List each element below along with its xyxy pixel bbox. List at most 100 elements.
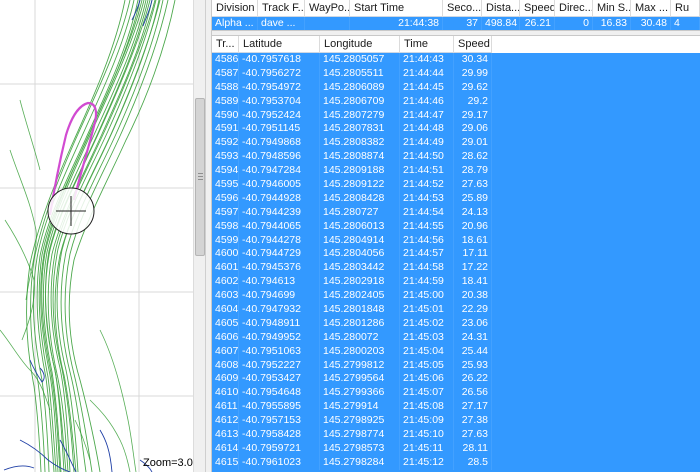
cell-time: 21:45:12 — [400, 455, 454, 470]
col-header-longitude[interactable]: Longitude — [320, 36, 400, 53]
map-view[interactable]: Zoom=3.0 — [0, 0, 193, 472]
table-row[interactable]: 4604 -40.7947932 145.2801848 21:45:01 22.29 — [212, 303, 700, 317]
cell-track-file: dave ... — [258, 17, 305, 30]
cell-track-point: 4596 — [212, 191, 239, 206]
track-map-canvas[interactable] — [0, 0, 193, 472]
cell-direction: 0 — [555, 17, 593, 30]
track-points-table[interactable]: Tr... Latitude Longitude Time Speed 4586… — [212, 36, 700, 472]
cell-latitude: -40.7949868 — [239, 136, 320, 151]
cell-speed: 22.29 — [454, 303, 492, 317]
cell-longitude: 145.2798774 — [320, 428, 400, 442]
thumb-grip-line — [198, 179, 203, 180]
table-row[interactable]: 4614 -40.7959721 145.2798573 21:45:11 28.11 — [212, 441, 700, 456]
table-row[interactable]: 4593 -40.7948596 145.2808874 21:44:50 28.62 — [212, 150, 700, 165]
table-row[interactable]: 4612 -40.7957153 145.2798925 21:45:09 27.38 — [212, 414, 700, 429]
cell-longitude: 145.2804914 — [320, 233, 400, 248]
cell-track-point: 4608 — [212, 358, 239, 373]
table-row[interactable]: 4590 -40.7952424 145.2807279 21:44:47 29.17 — [212, 108, 700, 123]
table-row[interactable]: 4611 -40.7955895 145.279914 21:45:08 27.17 — [212, 400, 700, 415]
cell-time: 21:44:46 — [400, 94, 454, 109]
col-header-speed[interactable]: Speed — [520, 0, 555, 17]
tracks-table[interactable]: Division Track F... WayPo... Start Time … — [212, 0, 700, 30]
cell-latitude: -40.7954972 — [239, 80, 320, 95]
col-header-min-speed[interactable]: Min S... — [593, 0, 631, 17]
cell-latitude: -40.7952424 — [239, 108, 320, 123]
col-header-max-speed[interactable]: Max ... — [631, 0, 671, 17]
col-header-division[interactable]: Division — [212, 0, 258, 17]
col-header-latitude[interactable]: Latitude — [239, 36, 320, 53]
table-row[interactable]: 4599 -40.7944278 145.2804914 21:44:56 18.61 — [212, 233, 700, 248]
cell-speed: 17.11 — [454, 247, 492, 262]
scrollbar-thumb[interactable] — [195, 98, 205, 256]
table-row[interactable]: 4602 -40.794613 145.2802918 21:44:59 18.41 — [212, 275, 700, 290]
cell-time: 21:45:10 — [400, 428, 454, 442]
cell-track-point: 4590 — [212, 108, 239, 123]
table-row[interactable]: 4598 -40.7944065 145.2806013 21:44:55 20.96 — [212, 219, 700, 234]
table-row[interactable]: 4588 -40.7954972 145.2806089 21:44:45 29.62 — [212, 80, 700, 95]
cell-latitude: -40.7958428 — [239, 428, 320, 442]
cell-time: 21:44:55 — [400, 219, 454, 234]
table-row[interactable]: 4594 -40.7947284 145.2809188 21:44:51 28.79 — [212, 164, 700, 179]
table-row[interactable]: 4606 -40.7949952 145.280072 21:45:03 24.31 — [212, 330, 700, 345]
cell-distance: 498.84 — [482, 17, 520, 30]
cell-speed: 23.06 — [454, 316, 492, 331]
table-row[interactable]: 4603 -40.794699 145.2802405 21:45:00 20.38 — [212, 289, 700, 304]
map-vertical-scrollbar[interactable] — [193, 0, 206, 472]
cell-longitude: 145.2804056 — [320, 247, 400, 262]
table-row[interactable]: Alpha ... dave ... 21:44:38 37 498.84 26… — [212, 17, 700, 30]
col-header-seconds[interactable]: Seco... — [443, 0, 482, 17]
table-row[interactable]: 4615 -40.7961023 145.2798284 21:45:12 28.5 — [212, 455, 700, 470]
cell-latitude: -40.7953704 — [239, 94, 320, 109]
col-header-start-time[interactable]: Start Time — [350, 0, 443, 17]
points-table-header: Tr... Latitude Longitude Time Speed — [212, 36, 700, 53]
col-header-track-point[interactable]: Tr... — [212, 36, 239, 53]
cell-track-point: 4607 — [212, 344, 239, 359]
col-header-track-file[interactable]: Track F... — [258, 0, 305, 17]
cell-longitude: 145.2802405 — [320, 289, 400, 304]
cell-latitude: -40.7953427 — [239, 372, 320, 387]
cell-track-point: 4587 — [212, 66, 239, 81]
col-header-time[interactable]: Time — [400, 36, 454, 53]
table-row[interactable]: 4610 -40.7954648 145.2799366 21:45:07 26.56 — [212, 386, 700, 401]
cell-speed: 28.11 — [454, 441, 492, 456]
table-row[interactable]: 4587 -40.7956272 145.2805511 21:44:44 29.99 — [212, 66, 700, 81]
table-row[interactable]: 4607 -40.7951063 145.2800203 21:45:04 25.44 — [212, 344, 700, 359]
cell-latitude: -40.794613 — [239, 275, 320, 290]
cell-track-point: 4588 — [212, 80, 239, 95]
cell-longitude: 145.2808382 — [320, 136, 400, 151]
cell-track-point: 4598 — [212, 219, 239, 234]
table-row[interactable]: 4592 -40.7949868 145.2808382 21:44:49 29.01 — [212, 136, 700, 151]
cell-speed: 26.56 — [454, 386, 492, 401]
table-row[interactable]: 4591 -40.7951145 145.2807831 21:44:48 29.06 — [212, 122, 700, 137]
col-header-waypoint[interactable]: WayPo... — [305, 0, 350, 17]
cell-time: 21:44:45 — [400, 80, 454, 95]
table-row[interactable]: 4609 -40.7953427 145.2799564 21:45:06 26.22 — [212, 372, 700, 387]
cell-speed: 27.63 — [454, 428, 492, 442]
cell-run: 4 — [671, 17, 700, 30]
cell-track-point: 4615 — [212, 455, 239, 470]
cell-time: 21:45:01 — [400, 303, 454, 317]
cell-speed: 27.38 — [454, 414, 492, 429]
table-row[interactable]: 4600 -40.7944729 145.2804056 21:44:57 17.11 — [212, 247, 700, 262]
table-row[interactable]: 4601 -40.7945376 145.2803442 21:44:58 17.22 — [212, 261, 700, 276]
cell-track-point: 4593 — [212, 150, 239, 165]
cell-time: 21:44:47 — [400, 108, 454, 123]
cell-longitude: 145.2799366 — [320, 386, 400, 401]
table-row[interactable]: 4589 -40.7953704 145.2806709 21:44:46 29.2 — [212, 94, 700, 109]
cell-time: 21:45:02 — [400, 316, 454, 331]
table-row[interactable]: 4586 -40.7957618 145.2805057 21:44:43 30.34 — [212, 53, 700, 67]
table-row[interactable]: 4605 -40.7948911 145.2801286 21:45:02 23.06 — [212, 316, 700, 331]
cell-track-point: 4603 — [212, 289, 239, 304]
col-header-distance[interactable]: Dista... — [482, 0, 520, 17]
table-row[interactable]: 4597 -40.7944239 145.280727 21:44:54 24.13 — [212, 205, 700, 220]
table-row[interactable]: 4596 -40.7944928 145.2808428 21:44:53 25.89 — [212, 191, 700, 206]
cell-latitude: -40.7949952 — [239, 330, 320, 345]
cell-longitude: 145.2798284 — [320, 455, 400, 470]
col-header-speed[interactable]: Speed — [454, 36, 492, 53]
table-row[interactable]: 4613 -40.7958428 145.2798774 21:45:10 27.63 — [212, 428, 700, 442]
cell-time: 21:44:48 — [400, 122, 454, 137]
col-header-run[interactable]: Ru — [671, 0, 700, 17]
table-row[interactable]: 4595 -40.7946005 145.2809122 21:44:52 27.63 — [212, 178, 700, 192]
table-row[interactable]: 4608 -40.7952227 145.2799812 21:45:05 25.93 — [212, 358, 700, 373]
col-header-direction[interactable]: Direc... — [555, 0, 593, 17]
